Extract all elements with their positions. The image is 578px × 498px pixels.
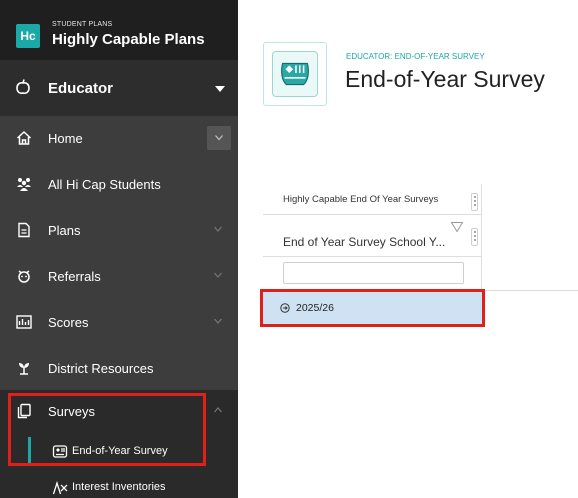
- grid-header-divider: [263, 256, 482, 257]
- app-root: Hc STUDENT PLANS Highly Capable Plans Ed…: [0, 0, 578, 498]
- nav-label-scores: Scores: [48, 315, 89, 330]
- grid-column-menu-button[interactable]: [471, 228, 478, 246]
- home-expand-button[interactable]: [207, 126, 231, 150]
- nav-subitem-interest-inventories[interactable]: Interest Inventories: [0, 470, 238, 498]
- dot: [473, 231, 476, 233]
- page-subtitle: EDUCATOR: END-OF-YEAR SURVEY: [346, 52, 485, 61]
- survey-page-icon: [272, 51, 318, 97]
- nav-item-home[interactable]: Home: [0, 116, 238, 162]
- grid-header-divider: [263, 214, 482, 215]
- resources-icon: [19, 363, 29, 375]
- dot: [473, 196, 476, 198]
- brand-header[interactable]: Hc STUDENT PLANS Highly Capable Plans: [0, 0, 238, 60]
- grid-group-menu-button[interactable]: [471, 193, 478, 211]
- nav-item-referrals[interactable]: Referrals: [0, 254, 238, 300]
- page-title: End-of-Year Survey: [345, 66, 545, 92]
- apple-icon: [16, 79, 30, 95]
- nav-label-referrals: Referrals: [48, 269, 101, 284]
- document-icon: [18, 222, 30, 238]
- chevron-down-icon: [214, 226, 222, 232]
- chevron-down-icon: [214, 318, 222, 324]
- chevron-up-icon: [214, 407, 222, 413]
- nav-item-plans[interactable]: Plans: [0, 208, 238, 254]
- grid-group-header: Highly Capable End Of Year Surveys: [283, 194, 439, 205]
- brand-logo-badge: Hc: [16, 24, 40, 48]
- students-icon: [17, 178, 31, 191]
- caret-down-icon: [215, 86, 225, 92]
- scores-icon: [16, 315, 32, 329]
- nav-label-district-resources: District Resources: [48, 361, 154, 376]
- brand-subtitle: STUDENT PLANS: [52, 21, 113, 28]
- dot: [473, 235, 476, 237]
- highlight-box-surveys: [8, 393, 206, 466]
- grid-column-header[interactable]: End of Year Survey School Y...: [283, 235, 445, 249]
- grid-filter-input[interactable]: [283, 262, 464, 284]
- page-icon: [263, 42, 327, 106]
- nav-sublabel-interest-inventories: Interest Inventories: [72, 481, 166, 493]
- dot: [473, 204, 476, 206]
- referrals-icon: [18, 270, 30, 283]
- dot: [473, 239, 476, 241]
- grid-right-border: [481, 184, 482, 290]
- nav-label-all-hi-cap-students: All Hi Cap Students: [48, 177, 161, 192]
- chevron-down-icon: [214, 272, 222, 278]
- nav-item-district-resources[interactable]: District Resources: [0, 346, 238, 392]
- highlight-box-row: [260, 289, 485, 327]
- role-selector[interactable]: Educator: [0, 60, 238, 116]
- interest-inventories-icon: [52, 480, 68, 495]
- role-label: Educator: [48, 80, 114, 97]
- nav-item-all-hi-cap-students[interactable]: All Hi Cap Students: [0, 162, 238, 208]
- dot: [473, 200, 476, 202]
- filter-icon[interactable]: [451, 222, 463, 232]
- nav-label-home: Home: [48, 131, 83, 146]
- brand-title: Highly Capable Plans: [52, 31, 205, 48]
- nav-label-plans: Plans: [48, 223, 81, 238]
- nav-item-scores[interactable]: Scores: [0, 300, 238, 346]
- home-icon: [16, 130, 32, 145]
- chevron-down-icon: [215, 135, 223, 141]
